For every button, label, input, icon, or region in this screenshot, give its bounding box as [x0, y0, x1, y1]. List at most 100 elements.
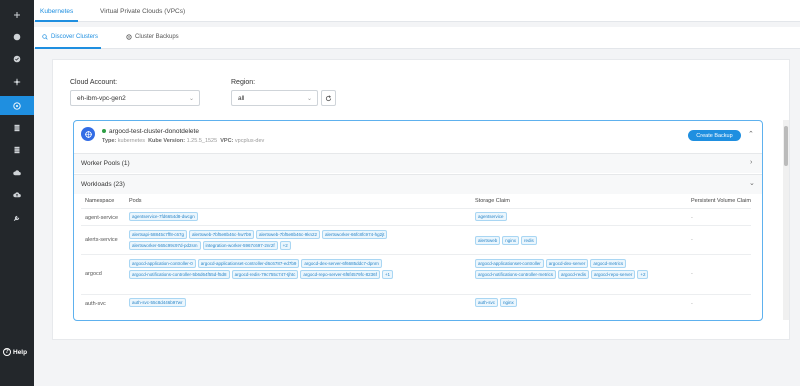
- type-value: kubernetes: [117, 138, 146, 144]
- tag-chip: alertsworker-66fc8fc974-hg2jt: [322, 230, 388, 239]
- tag-chip: agentservice-7fd6654d8-dwcgn: [129, 212, 198, 221]
- help-label: Help: [13, 348, 28, 356]
- cluster-header[interactable]: argocd-test-cluster-donotdelete Type: ku…: [74, 121, 762, 151]
- tag-chip: argocd-repo-server-6f6f4579fc-8236f: [300, 270, 380, 279]
- tag-chip: alertsapi-58845c7ff8-c67g: [129, 230, 187, 239]
- sub-tab-bar: Discover Clusters Cluster Backups: [34, 27, 800, 49]
- cloud-account-select[interactable]: eh-ibm-vpc-gen2 ⌄: [70, 90, 200, 106]
- claims-cell: agentservice: [475, 212, 675, 221]
- workloads-section[interactable]: Workloads (23) ⌄: [74, 174, 762, 194]
- pvc-cell: -: [691, 215, 693, 221]
- wrench-icon: [13, 215, 20, 221]
- network-icon: [13, 78, 21, 86]
- tag-chip: redis: [521, 236, 537, 245]
- sidebar-item-servers[interactable]: [0, 119, 34, 137]
- worker-pools-title: Worker Pools (1): [81, 160, 130, 167]
- region-select[interactable]: all ⌄: [231, 90, 318, 106]
- namespace-cell: argocd: [85, 271, 102, 277]
- tag-chip: +1: [381, 270, 394, 279]
- claims-cell: argocd-applicationset-controller argocd-d…: [475, 259, 705, 279]
- tag-chip: alertsweb: [475, 236, 501, 245]
- settings-icon: [126, 34, 132, 40]
- tag-chip: alertsweb-7bf5e8b46c-hw7b9: [188, 230, 254, 239]
- worker-pools-section[interactable]: Worker Pools (1) ›: [74, 153, 762, 173]
- scrollbar-thumb[interactable]: [784, 126, 788, 166]
- kubernetes-logo-icon: [81, 127, 95, 141]
- tab-discover-clusters[interactable]: Discover Clusters: [42, 34, 98, 40]
- plus-icon: [14, 12, 20, 18]
- vpc-value: vpcplus-dev: [234, 138, 265, 144]
- tag-chip: argocd-metrics: [590, 259, 627, 268]
- tag-chip: auth-svc-55c8d446b97wr: [129, 298, 186, 307]
- active-subtab-indicator: [35, 47, 101, 49]
- table-row: alerts-service alertsapi-58845c7ff8-c67g…: [81, 225, 751, 254]
- chevron-right-icon: ›: [750, 159, 753, 166]
- refresh-button[interactable]: [321, 90, 336, 106]
- sidebar-item-backup[interactable]: [0, 186, 34, 204]
- search-icon: [42, 34, 48, 40]
- namespace-cell: auth-svc: [85, 301, 106, 307]
- cloud-account-label: Cloud Account:: [70, 79, 118, 86]
- sidebar-item-settings[interactable]: [0, 209, 34, 227]
- workloads-title: Workloads (23): [81, 181, 125, 188]
- tag-chip: nginx: [502, 236, 520, 245]
- kube-version-label: Kube Version:: [148, 138, 186, 144]
- check-icon: [13, 55, 21, 63]
- pods-cell: agentservice-7fd6654d8-dwcgn: [129, 212, 459, 221]
- server-icon: [14, 124, 20, 132]
- sidebar-item-add[interactable]: [0, 6, 34, 24]
- region-value: all: [238, 95, 245, 102]
- pvc-cell: -: [691, 237, 693, 243]
- chevron-down-icon: ⌄: [188, 96, 194, 102]
- tab-cluster-backups-label: Cluster Backups: [135, 34, 179, 40]
- sidebar: ? Help: [0, 0, 34, 386]
- header-storage-claim: Storage Claim: [475, 198, 510, 204]
- help-link[interactable]: ? Help: [3, 348, 27, 356]
- chevron-down-icon: ⌄: [306, 96, 312, 102]
- tab-cluster-backups[interactable]: Cluster Backups: [126, 34, 179, 40]
- pods-cell: argocd-application-controller-0 argocd-ap…: [129, 259, 459, 279]
- sidebar-item-network[interactable]: [0, 73, 34, 91]
- table-row: agent-service agentservice-7fd6654d8-dwc…: [81, 208, 751, 225]
- sidebar-item-database[interactable]: [0, 141, 34, 159]
- tag-chip: +2: [279, 241, 291, 250]
- header-namespace: Namespace: [85, 198, 115, 204]
- question-icon: ?: [3, 348, 11, 356]
- chevron-down-icon: ⌄: [749, 180, 755, 187]
- pods-cell: alertsapi-58845c7ff8-c67g alertsweb-7bf5e…: [129, 230, 459, 250]
- tag-chip: argocd-notifications-controller-metrics: [475, 270, 557, 279]
- sidebar-item-cloud[interactable]: [0, 164, 34, 182]
- refresh-icon: [325, 94, 332, 101]
- kubernetes-icon: [13, 101, 21, 110]
- tag-chip: argocd-repo-server: [591, 270, 636, 279]
- tag-chip: nginx: [500, 298, 517, 307]
- tab-vpcs[interactable]: Virtual Private Clouds (VPCs): [100, 8, 185, 15]
- claims-cell: alertsweb nginx redis: [475, 236, 675, 245]
- table-row: auth-svc auth-svc-55c8d446b97wr auth-svc…: [81, 294, 751, 314]
- region-label: Region:: [231, 79, 256, 86]
- tag-chip: auth-svc: [475, 298, 499, 307]
- header-pvc: Persistent Volume Claim: [691, 198, 751, 204]
- tag-chip: argocd-application-controller-0: [129, 259, 196, 268]
- tag-chip: alertsworker-565c99c97d-pd2sm: [129, 241, 201, 250]
- create-backup-button[interactable]: Create Backup: [688, 130, 741, 141]
- kube-version-value: 1.25.5_1525: [186, 138, 218, 144]
- namespace-cell: agent-service: [85, 215, 119, 221]
- cloud-icon: [13, 170, 21, 176]
- tag-chip: argocd-dex-server-6f6685ddc7-dpnrn: [301, 259, 382, 268]
- tag-chip: argocd-notifications-controller-5b6d64f5…: [129, 270, 230, 279]
- tab-kubernetes[interactable]: Kubernetes: [40, 8, 73, 15]
- tag-chip: +2: [637, 270, 649, 279]
- sidebar-item-kubernetes[interactable]: [0, 96, 34, 115]
- sidebar-item-compliance[interactable]: [0, 50, 34, 68]
- cloud-account-value: eh-ibm-vpc-gen2: [77, 95, 126, 102]
- type-label: Type:: [102, 138, 117, 144]
- sidebar-item-dashboard[interactable]: [0, 28, 34, 46]
- pvc-cell: -: [691, 271, 693, 277]
- cluster-panel: argocd-test-cluster-donotdelete Type: ku…: [73, 120, 763, 321]
- cluster-name: argocd-test-cluster-donotdelete: [109, 128, 199, 135]
- top-tab-bar: Kubernetes Virtual Private Clouds (VPCs): [34, 0, 800, 22]
- chevron-up-icon[interactable]: ⌃: [748, 130, 754, 138]
- dashboard-icon: [13, 33, 21, 41]
- cluster-meta: Type: kubernetes Kube Version: 1.25.5_15…: [102, 138, 264, 144]
